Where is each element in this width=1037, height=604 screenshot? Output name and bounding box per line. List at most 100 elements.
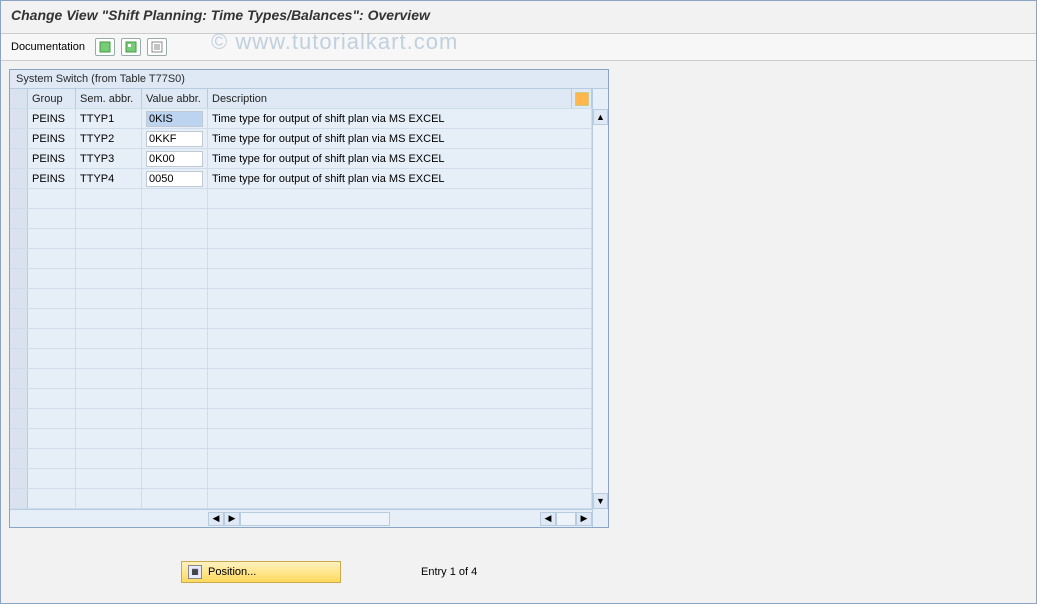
grid-header-row: Group Sem. abbr. Value abbr. Description <box>10 89 592 109</box>
h-scroll-left-2[interactable]: ◀ <box>540 512 556 526</box>
cell-val <box>142 449 208 468</box>
row-selector[interactable] <box>10 189 28 208</box>
table-row <box>10 449 592 469</box>
cell-desc <box>208 229 592 248</box>
row-selector[interactable] <box>10 209 28 228</box>
row-selector[interactable] <box>10 449 28 468</box>
select-all-rows[interactable] <box>10 89 28 108</box>
cell-group <box>28 349 76 368</box>
h-scroll-left[interactable]: ◀ <box>208 512 224 526</box>
cell-val <box>142 249 208 268</box>
col-header-val[interactable]: Value abbr. <box>142 89 208 108</box>
cell-desc <box>208 429 592 448</box>
cell-val <box>142 189 208 208</box>
h-scrollbar: ◀ ▶ ◀ ▶ <box>10 509 592 527</box>
cell-group: PEINS <box>28 129 76 148</box>
cell-val <box>142 409 208 428</box>
h-scroll-track[interactable] <box>240 512 390 526</box>
v-scrollbar: ▲ ▼ <box>592 89 608 527</box>
cell-group <box>28 289 76 308</box>
row-selector[interactable] <box>10 169 28 188</box>
row-selector[interactable] <box>10 409 28 428</box>
table-settings-icon <box>575 92 589 106</box>
row-selector[interactable] <box>10 369 28 388</box>
cell-val <box>142 369 208 388</box>
cell-group <box>28 469 76 488</box>
toolbar-icon-2[interactable] <box>121 38 141 56</box>
row-selector[interactable] <box>10 129 28 148</box>
value-abbr-input[interactable] <box>146 111 203 127</box>
table-row <box>10 389 592 409</box>
cell-group <box>28 449 76 468</box>
toolbar-icon-3[interactable] <box>147 38 167 56</box>
cell-group <box>28 409 76 428</box>
cell-desc <box>208 409 592 428</box>
cell-desc <box>208 349 592 368</box>
v-scroll-up[interactable]: ▲ <box>593 109 608 125</box>
cell-desc <box>208 289 592 308</box>
table-settings-button[interactable] <box>572 89 592 108</box>
row-selector[interactable] <box>10 269 28 288</box>
row-selector[interactable] <box>10 149 28 168</box>
col-header-desc[interactable]: Description <box>208 89 572 108</box>
toolbar-icon-1[interactable] <box>95 38 115 56</box>
cell-group <box>28 229 76 248</box>
cell-desc <box>208 449 592 468</box>
row-selector[interactable] <box>10 429 28 448</box>
row-selector[interactable] <box>10 489 28 508</box>
row-selector[interactable] <box>10 469 28 488</box>
cell-sem: TTYP4 <box>76 169 142 188</box>
cell-val <box>142 149 208 168</box>
table-row: PEINSTTYP4Time type for output of shift … <box>10 169 592 189</box>
row-selector[interactable] <box>10 329 28 348</box>
row-selector[interactable] <box>10 229 28 248</box>
table-row <box>10 369 592 389</box>
row-selector[interactable] <box>10 289 28 308</box>
cell-val <box>142 329 208 348</box>
cell-val <box>142 269 208 288</box>
col-header-group[interactable]: Group <box>28 89 76 108</box>
h-scroll-right-2[interactable]: ▶ <box>576 512 592 526</box>
toolbar: Documentation <box>1 34 1036 61</box>
row-selector[interactable] <box>10 249 28 268</box>
table-row <box>10 469 592 489</box>
cell-sem <box>76 229 142 248</box>
v-scroll-track[interactable] <box>593 125 608 493</box>
v-scroll-down[interactable]: ▼ <box>593 493 608 509</box>
cell-group <box>28 189 76 208</box>
cell-sem <box>76 289 142 308</box>
value-abbr-input[interactable] <box>146 131 203 147</box>
cell-val <box>142 209 208 228</box>
cell-val <box>142 309 208 328</box>
cell-group <box>28 389 76 408</box>
documentation-button[interactable]: Documentation <box>11 41 85 53</box>
cell-group: PEINS <box>28 149 76 168</box>
col-header-sem[interactable]: Sem. abbr. <box>76 89 142 108</box>
h-scroll-track-2[interactable] <box>556 512 576 526</box>
cell-desc <box>208 269 592 288</box>
row-selector[interactable] <box>10 109 28 128</box>
cell-sem <box>76 209 142 228</box>
table-row <box>10 209 592 229</box>
cell-group <box>28 329 76 348</box>
row-selector[interactable] <box>10 349 28 368</box>
table-row <box>10 229 592 249</box>
entry-count-label: Entry 1 of 4 <box>421 566 477 578</box>
panel-title: System Switch (from Table T77S0) <box>10 70 608 89</box>
h-scroll-right[interactable]: ▶ <box>224 512 240 526</box>
value-abbr-input[interactable] <box>146 151 203 167</box>
value-abbr-input[interactable] <box>146 171 203 187</box>
cell-desc <box>208 369 592 388</box>
table-row <box>10 329 592 349</box>
cell-val <box>142 289 208 308</box>
cell-val <box>142 109 208 128</box>
cell-group <box>28 369 76 388</box>
footer-bar: ▦ Position... Entry 1 of 4 <box>181 561 477 583</box>
cell-desc <box>208 469 592 488</box>
row-selector[interactable] <box>10 309 28 328</box>
cell-val <box>142 129 208 148</box>
position-button[interactable]: ▦ Position... <box>181 561 341 583</box>
row-selector[interactable] <box>10 389 28 408</box>
cell-desc <box>208 189 592 208</box>
table-row <box>10 309 592 329</box>
